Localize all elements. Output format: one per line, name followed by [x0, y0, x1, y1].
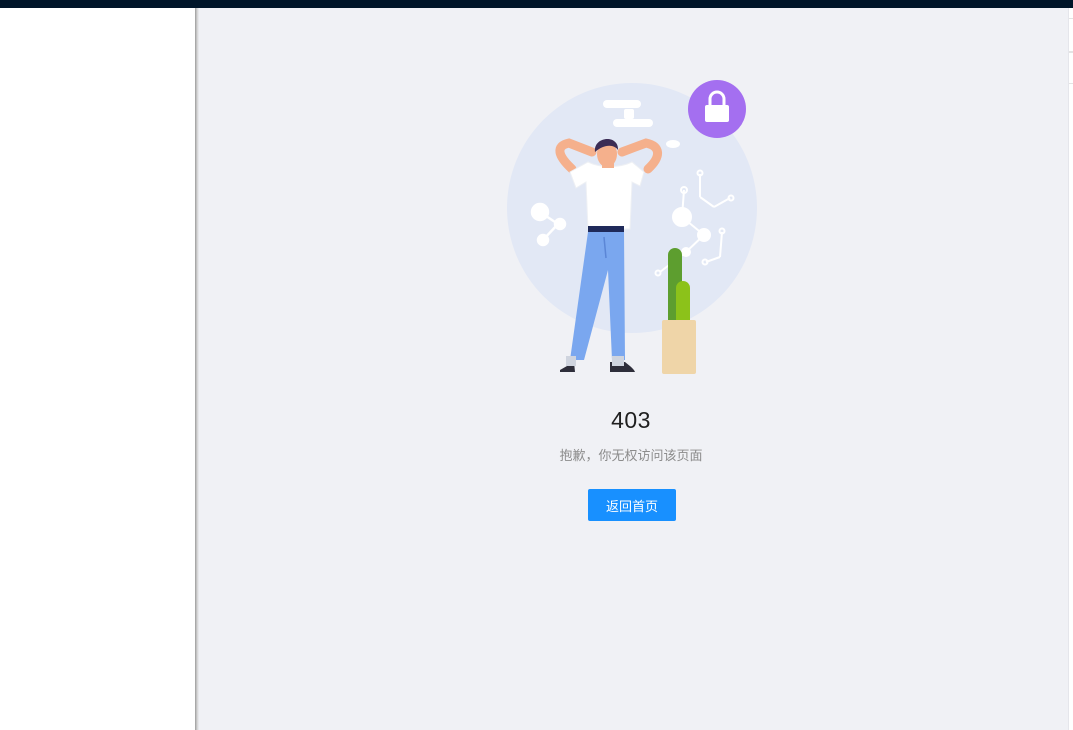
status-code: 403 — [611, 407, 651, 433]
right-edge-panel — [1068, 8, 1073, 730]
status-subtitle: 抱歉，你无权访问该页面 — [559, 449, 703, 464]
right-edge-tab[interactable] — [1069, 18, 1073, 52]
sidebar — [0, 8, 195, 730]
back-home-button[interactable]: 返回首页 — [588, 489, 676, 521]
forbidden-illustration — [507, 80, 757, 374]
right-edge-tab[interactable] — [1069, 52, 1073, 84]
lock-icon — [688, 80, 746, 138]
top-header-bar — [0, 0, 1073, 8]
